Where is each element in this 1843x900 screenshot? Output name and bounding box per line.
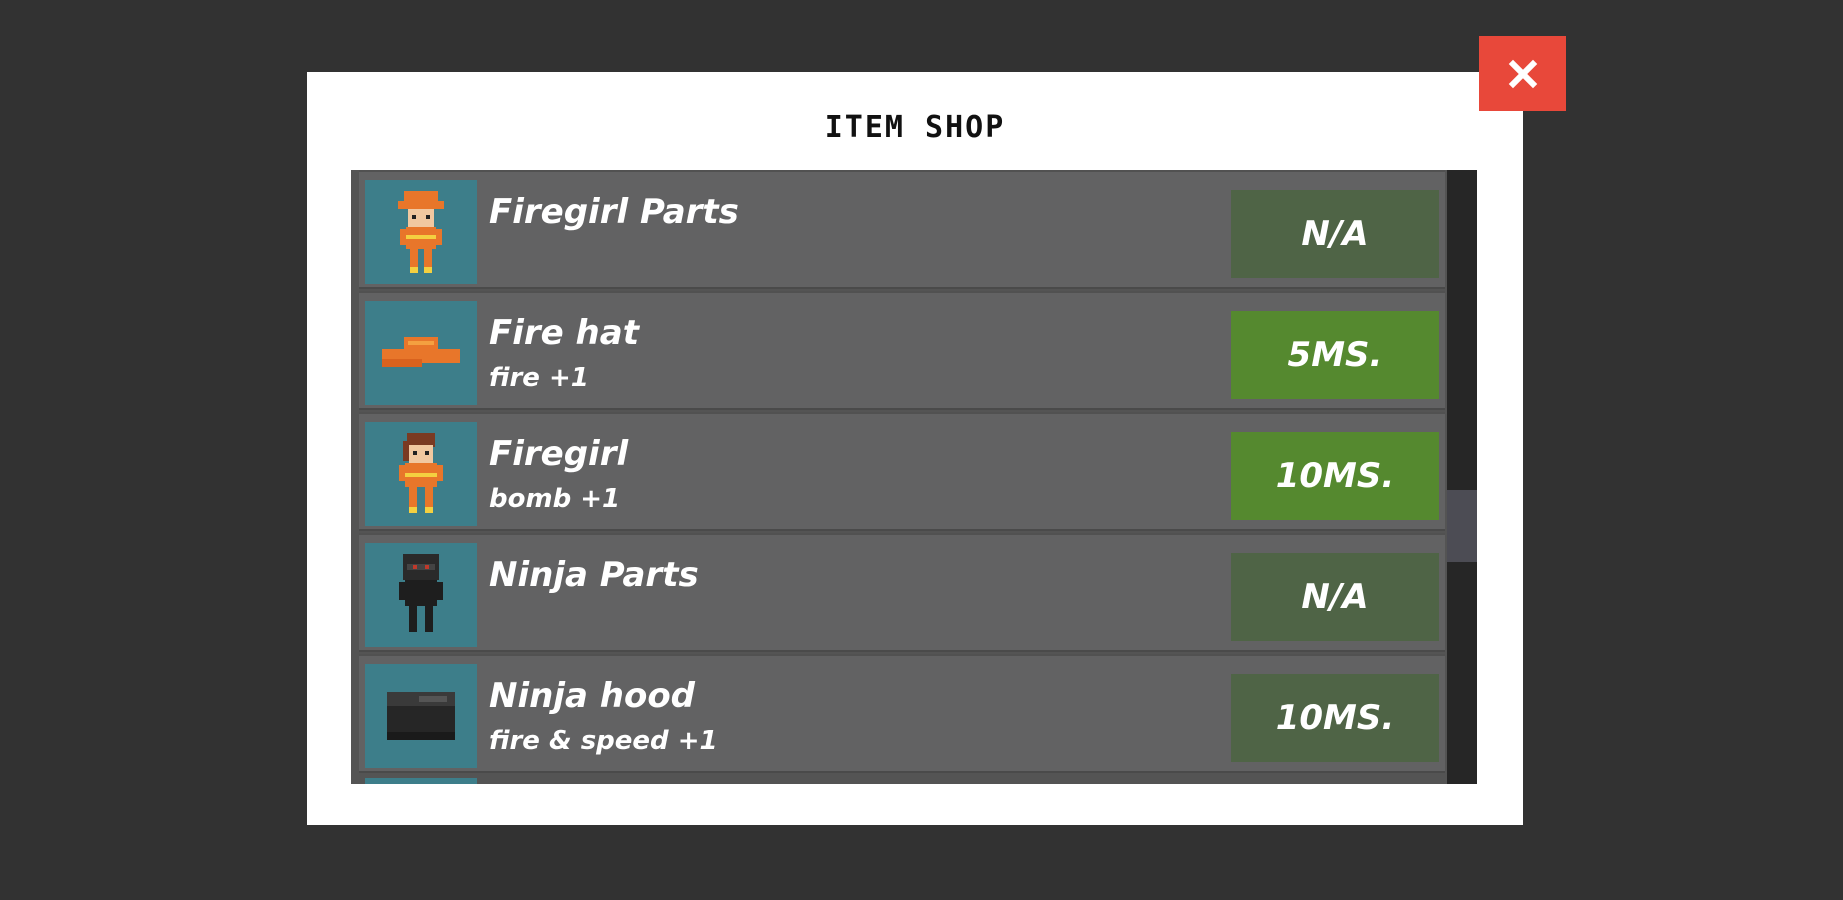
item-desc: fire +1: [489, 363, 589, 393]
ninja-hood-icon: [365, 664, 477, 768]
list-item[interactable]: Ninja Parts N/A: [359, 533, 1445, 652]
fire-hat-icon: [365, 301, 477, 405]
price-button[interactable]: N/A: [1231, 553, 1439, 641]
item-desc: bomb +1: [489, 484, 621, 514]
list-item-partial: [359, 774, 1445, 784]
item-thumbnail: [365, 778, 477, 784]
scrollbar-thumb[interactable]: [1447, 490, 1477, 562]
item-name: Fire hat: [489, 313, 639, 353]
item-name: Firegirl Parts: [489, 192, 739, 232]
price-button[interactable]: N/A: [1231, 190, 1439, 278]
shop-title: ITEM SHOP: [824, 110, 1006, 145]
firegirl-character-icon: [365, 422, 477, 526]
ninja-sprite-icon: [365, 543, 477, 647]
price-button[interactable]: 10MS.: [1231, 674, 1439, 762]
list-item[interactable]: Firegirl bomb +1 10MS.: [359, 412, 1445, 531]
item-name: Ninja hood: [489, 676, 696, 716]
item-desc: fire & speed +1: [489, 726, 718, 756]
list-item[interactable]: Ninja hood fire & speed +1 10MS.: [359, 654, 1445, 773]
item-shop-modal: ITEM SHOP Firegirl Parts N/A Fire hat fi…: [307, 72, 1523, 825]
list-item[interactable]: Firegirl Parts N/A: [359, 170, 1445, 289]
price-button[interactable]: 5MS.: [1231, 311, 1439, 399]
firegirl-sprite-icon: [365, 180, 477, 284]
close-button[interactable]: [1479, 36, 1566, 111]
item-name: Ninja Parts: [489, 555, 699, 595]
item-name: Firegirl: [489, 434, 629, 474]
list-scrollbar[interactable]: [1447, 170, 1477, 784]
item-rows: Firegirl Parts N/A Fire hat fire +1 5MS.: [359, 170, 1445, 775]
item-list[interactable]: Firegirl Parts N/A Fire hat fire +1 5MS.: [351, 170, 1477, 784]
list-item[interactable]: Fire hat fire +1 5MS.: [359, 291, 1445, 410]
price-button[interactable]: 10MS.: [1231, 432, 1439, 520]
close-icon: [1508, 59, 1537, 88]
